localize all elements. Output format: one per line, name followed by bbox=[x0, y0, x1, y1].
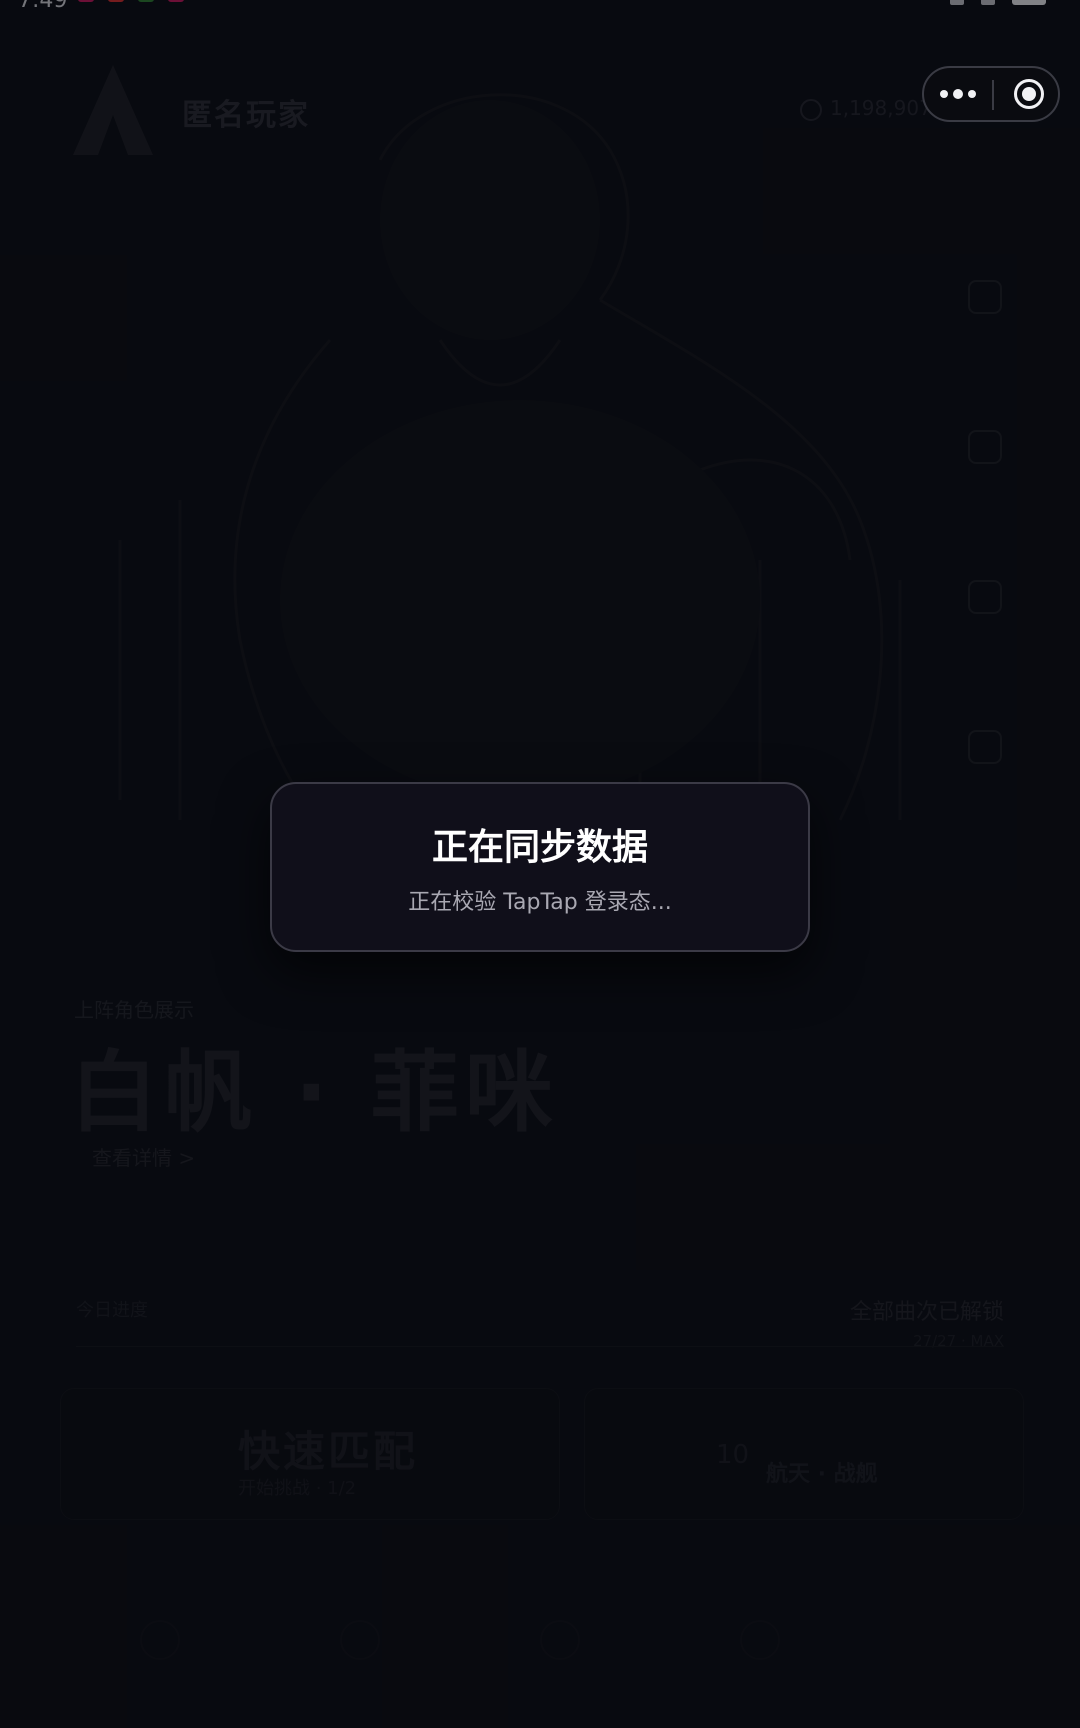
miniprogram-capsule bbox=[922, 66, 1060, 122]
sync-modal: 正在同步数据 正在校验 TapTap 登录态... bbox=[270, 782, 810, 952]
screen: 7:49 匿名玩家 1,198,907 上阵角色展示 白帆 · 菲咪 查看详情 … bbox=[0, 0, 1080, 1728]
modal-title: 正在同步数据 bbox=[431, 827, 648, 868]
modal-message: 正在校验 TapTap 登录态... bbox=[408, 890, 672, 915]
ellipsis-icon bbox=[953, 89, 963, 99]
target-dot-icon bbox=[1022, 87, 1036, 101]
ellipsis-icon bbox=[940, 90, 948, 98]
capsule-divider bbox=[992, 80, 994, 110]
more-button[interactable] bbox=[924, 68, 992, 120]
ellipsis-icon bbox=[968, 90, 976, 98]
close-miniprogram-button[interactable] bbox=[1004, 68, 1058, 120]
